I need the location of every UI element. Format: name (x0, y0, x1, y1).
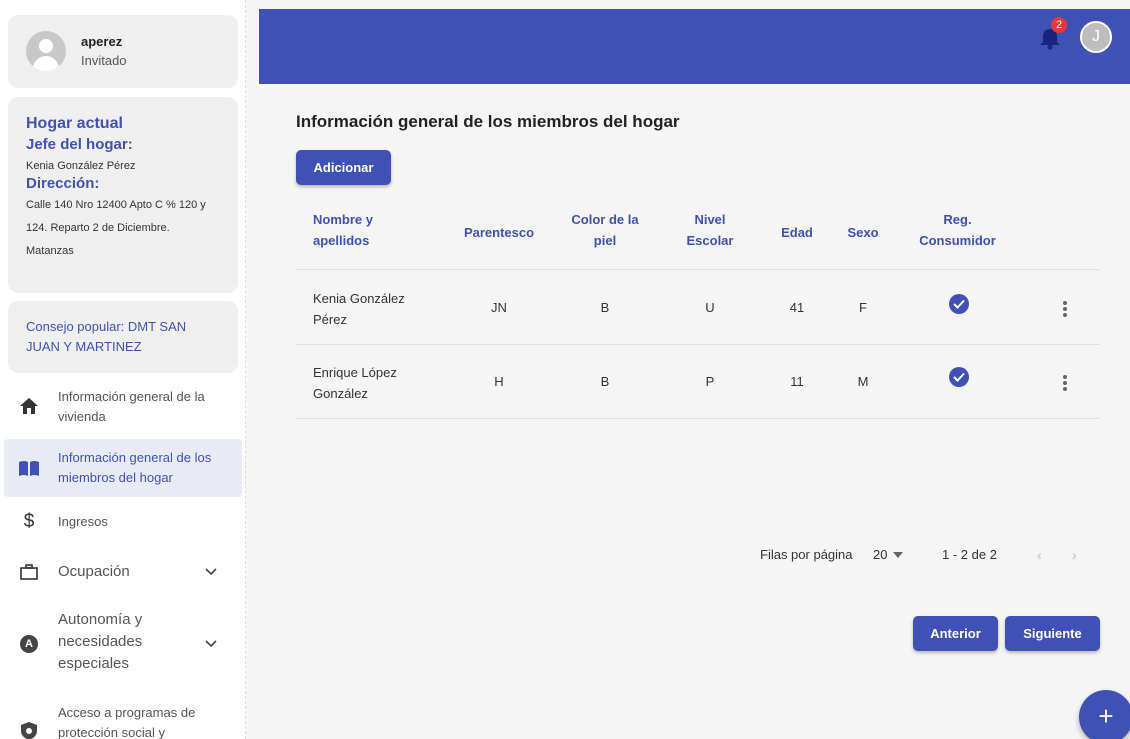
briefcase-icon (18, 561, 40, 583)
column-header-sexo[interactable]: Sexo (838, 222, 888, 243)
table-divider (296, 269, 1100, 270)
rows-per-page-value: 20 (873, 547, 888, 562)
account-avatar[interactable]: J (1080, 21, 1112, 53)
previous-button[interactable]: Anterior (913, 616, 998, 651)
cell-text: González (313, 386, 368, 401)
home-icon (18, 395, 40, 417)
sidebar-item-label: Autonomía y (58, 611, 143, 628)
column-header-parentesco[interactable]: Parentesco (455, 222, 543, 243)
home-title: Hogar actual (26, 115, 123, 132)
cell-parentesco: JN (491, 300, 507, 315)
sidebar-item-label: Ocupación (58, 563, 130, 580)
rows-per-page-select[interactable]: 20 (873, 547, 904, 562)
column-header-nombre[interactable]: Nombre y apellidos (313, 209, 373, 251)
cell-color-piel: B (600, 374, 610, 389)
cell-nivel-escolar: U (705, 300, 715, 315)
header-text: piel (593, 233, 617, 248)
sidebar-item-label: miembros del hogar (58, 470, 173, 485)
next-button[interactable]: Siguiente (1005, 616, 1100, 651)
consejo-line-2: JUAN Y MARTINEZ (26, 339, 142, 354)
rows-per-page-label: Filas por página (760, 547, 853, 562)
check-circle-icon (949, 367, 969, 387)
table-divider (296, 344, 1100, 345)
plus-icon: + (1098, 701, 1114, 731)
cell-text: Pérez (313, 312, 347, 327)
consejo-card: Consejo popular: DMT SAN JUAN Y MARTINEZ (8, 301, 238, 373)
top-bar: 2 J (259, 9, 1130, 84)
add-fab-button[interactable]: + (1079, 690, 1130, 739)
header-text: Reg. (943, 212, 972, 227)
consejo-line-1: Consejo popular: DMT SAN (26, 319, 187, 334)
header-text: Nivel (694, 212, 726, 227)
chevron-down-icon[interactable] (204, 565, 218, 579)
sidebar-item-ingresos[interactable]: $ Ingresos (4, 507, 242, 537)
user-role: Invitado (81, 53, 127, 68)
sidebar: aperez Invitado Hogar actual Jefe del ho… (0, 0, 246, 739)
sidebar-item-autonomia[interactable]: A Autonomía y necesidades especiales (4, 606, 242, 680)
page-range: 1 - 2 de 2 (942, 547, 997, 562)
cell-edad: 11 (790, 374, 804, 389)
page-title: Información general de los miembros del … (296, 112, 680, 131)
cell-edad: 41 (789, 300, 805, 315)
user-card[interactable]: aperez Invitado (8, 15, 238, 88)
header-text: Escolar (686, 233, 734, 248)
direccion-line-1: Calle 140 Nro 12400 Apto C % 120 y (26, 199, 206, 211)
shield-icon (18, 720, 40, 739)
direccion-line-3: Matanzas (26, 245, 74, 257)
sidebar-item-label: Información general de la (58, 389, 205, 404)
more-vert-icon[interactable] (1063, 375, 1067, 391)
sidebar-item-ocupacion[interactable]: Ocupación (4, 555, 242, 589)
direccion-line-2: 124. Reparto 2 de Diciembre. (26, 222, 170, 234)
more-vert-icon[interactable] (1063, 301, 1067, 317)
cell-text: Enrique López (313, 365, 397, 380)
check-circle-icon (949, 294, 969, 314)
sidebar-item-label: vivienda (58, 409, 106, 424)
chevron-left-icon[interactable]: ‹ (1037, 547, 1042, 563)
header-text: Color de la (571, 212, 639, 227)
user-avatar-icon (26, 31, 66, 71)
book-icon (18, 457, 40, 479)
cell-nombre: Kenia González Pérez (313, 288, 405, 330)
sidebar-item-miembros[interactable]: Información general de los miembros del … (4, 439, 242, 497)
table-divider (296, 418, 1100, 419)
column-header-color-piel[interactable]: Color de la piel (560, 209, 650, 251)
cell-parentesco: H (494, 374, 504, 389)
jefe-label: Jefe del hogar: (26, 136, 133, 153)
user-name: aperez (81, 34, 123, 49)
column-header-edad[interactable]: Edad (772, 222, 822, 243)
cell-sexo: F (859, 300, 867, 315)
add-button[interactable]: Adicionar (296, 150, 391, 185)
sidebar-item-label: protección social y (58, 725, 165, 739)
dollar-icon: $ (23, 511, 35, 532)
sidebar-item-label: Ingresos (58, 514, 108, 529)
sidebar-item-label: necesidades (58, 633, 143, 650)
accessibility-icon: A (18, 633, 40, 655)
caret-down-icon (893, 551, 904, 558)
column-header-nivel-escolar[interactable]: Nivel Escolar (675, 209, 745, 251)
cell-nombre: Enrique López González (313, 362, 397, 404)
chevron-right-icon[interactable]: › (1072, 547, 1077, 563)
chevron-down-icon[interactable] (204, 637, 218, 651)
header-text: Consumidor (919, 233, 996, 248)
sidebar-item-vivienda[interactable]: Información general de la vivienda (4, 381, 242, 437)
current-home-card: Hogar actual Jefe del hogar: Kenia Gonzá… (8, 97, 238, 293)
cell-color-piel: B (600, 300, 610, 315)
sidebar-item-label: especiales (58, 655, 129, 672)
sidebar-item-label: Información general de los (58, 450, 212, 465)
column-header-reg-consumidor[interactable]: Reg. Consumidor (910, 209, 1005, 251)
notification-badge: 2 (1051, 17, 1067, 33)
header-text: apellidos (313, 233, 370, 248)
sidebar-item-label: Acceso a programas de (58, 705, 196, 720)
sidebar-item-acceso[interactable]: Acceso a programas de protección social … (4, 700, 242, 739)
cell-sexo: M (857, 374, 869, 389)
header-text: Nombre y (313, 212, 373, 227)
cell-text: Kenia González (313, 291, 405, 306)
cell-nivel-escolar: P (705, 374, 715, 389)
